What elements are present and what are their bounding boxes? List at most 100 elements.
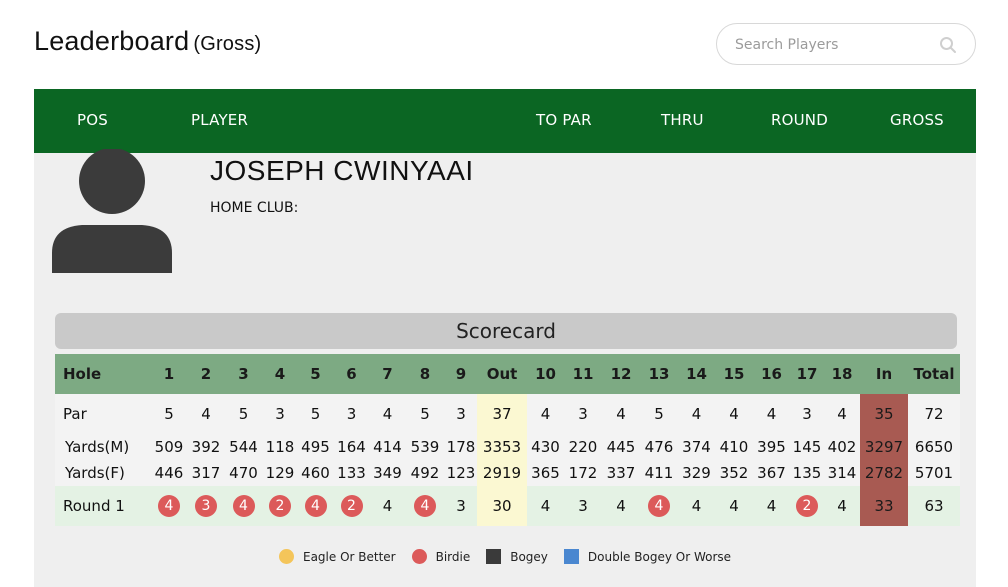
birdie-marker: 4 — [414, 495, 436, 517]
score-cell: 317 — [187, 460, 225, 486]
score-cell: 5 — [640, 394, 678, 434]
score-cell: 2 — [790, 486, 824, 526]
score-cell: 3 — [333, 394, 370, 434]
score-cell: 3 — [564, 486, 602, 526]
score-cell: 411 — [640, 460, 678, 486]
scorecard-round-1-row: Round 1 4 3 4 2 4 2 4 4 3 30 4 3 4 4 4 4 4 2 4 33 63 — [55, 486, 960, 526]
score-cell: 414 — [370, 434, 405, 460]
birdie-marker: 2 — [796, 495, 818, 517]
score-cell: 5 — [151, 394, 187, 434]
score-cell: 15 — [715, 354, 753, 394]
birdie-marker: 4 — [158, 495, 180, 517]
score-cell: 4 — [602, 486, 640, 526]
score-cell: 164 — [333, 434, 370, 460]
score-cell: 446 — [151, 460, 187, 486]
column-gross[interactable]: GROSS — [890, 111, 944, 129]
score-cell: 410 — [715, 434, 753, 460]
legend-item: Eagle Or Better — [278, 549, 396, 564]
score-cell: 4 — [370, 394, 405, 434]
score-cell: In — [860, 354, 908, 394]
score-cell: 3 — [564, 394, 602, 434]
score-cell: 402 — [824, 434, 860, 460]
score-cell: 509 — [151, 434, 187, 460]
score-cell: 135 — [790, 460, 824, 486]
scorecard-yards-m-row: Yards(M) 509 392 544 118 495 164 414 539 178 3353 4… — [55, 434, 960, 460]
score-cell: 4 — [187, 394, 225, 434]
column-thru[interactable]: THRU — [661, 111, 704, 129]
birdie-marker: 2 — [269, 495, 291, 517]
score-cell: 349 — [370, 460, 405, 486]
scorecard-title: Scorecard — [55, 313, 957, 349]
column-pos[interactable]: POS — [77, 111, 108, 129]
score-cell: 3 — [445, 486, 477, 526]
score-cell: 16 — [753, 354, 790, 394]
score-cell: 11 — [564, 354, 602, 394]
row-label: Yards(F) — [55, 460, 151, 486]
score-cell: 178 — [445, 434, 477, 460]
column-player[interactable]: PLAYER — [191, 111, 248, 129]
score-cell: 5 — [298, 354, 333, 394]
score-cell: 4 — [602, 394, 640, 434]
score-cell: 3 — [790, 394, 824, 434]
score-cell: 10 — [527, 354, 564, 394]
score-cell: 9 — [445, 354, 477, 394]
score-cell: 365 — [527, 460, 564, 486]
legend-label: Birdie — [435, 549, 471, 564]
score-cell: 12 — [602, 354, 640, 394]
score-cell: 2782 — [860, 460, 908, 486]
score-cell: 544 — [225, 434, 262, 460]
score-cell: 37 — [477, 394, 527, 434]
score-cell: 3 — [445, 394, 477, 434]
search-box[interactable] — [716, 23, 976, 65]
score-cell: 35 — [860, 394, 908, 434]
score-cell: 4 — [370, 486, 405, 526]
score-cell: 4 — [678, 486, 715, 526]
score-cell: 3297 — [860, 434, 908, 460]
score-cell: 17 — [790, 354, 824, 394]
score-cell: 4 — [640, 486, 678, 526]
score-cell: 4 — [715, 486, 753, 526]
score-cell: 2 — [262, 486, 298, 526]
score-cell: 4 — [151, 486, 187, 526]
score-cell: 492 — [405, 460, 445, 486]
score-cell: 145 — [790, 434, 824, 460]
row-label: Yards(M) — [55, 434, 151, 460]
score-cell: 118 — [262, 434, 298, 460]
score-cell: 2 — [333, 486, 370, 526]
legend-swatch — [563, 549, 579, 564]
row-label: Hole — [55, 354, 151, 394]
row-label: Par — [55, 394, 151, 434]
legend-item: Double Bogey Or Worse — [563, 549, 731, 564]
score-cell: 329 — [678, 460, 715, 486]
score-cell: 5 — [298, 394, 333, 434]
player-detail-panel: JOSEPH CWINYAAI HOME CLUB: Scorecard Hol… — [34, 149, 976, 587]
column-to-par[interactable]: TO PAR — [536, 111, 592, 129]
legend-label: Eagle Or Better — [302, 549, 396, 564]
scorecard-header-row: Hole 1 2 3 4 5 6 7 8 9 Out 10 11 12 13 14 15 16 17 18 In Tota… — [55, 354, 960, 394]
score-cell: 33 — [860, 486, 908, 526]
score-cell: 392 — [187, 434, 225, 460]
score-cell: 18 — [824, 354, 860, 394]
legend-label: Bogey — [510, 549, 548, 564]
search-icon[interactable] — [939, 36, 957, 54]
score-cell: 470 — [225, 460, 262, 486]
leaderboard-header: POS PLAYER TO PAR THRU ROUND GROSS — [34, 89, 976, 153]
score-cell: 4 — [753, 486, 790, 526]
score-cell: 13 — [640, 354, 678, 394]
score-cell: 337 — [602, 460, 640, 486]
score-cell: 3353 — [477, 434, 527, 460]
search-input[interactable] — [735, 34, 935, 56]
score-cell: 445 — [602, 434, 640, 460]
score-cell: 5 — [405, 394, 445, 434]
score-cell: 2 — [187, 354, 225, 394]
score-cell: 63 — [908, 486, 960, 526]
score-cell: 6 — [333, 354, 370, 394]
score-cell: 4 — [678, 394, 715, 434]
score-cell: 1 — [151, 354, 187, 394]
score-cell: 4 — [824, 394, 860, 434]
birdie-marker: 4 — [304, 495, 327, 517]
birdie-marker: 2 — [340, 495, 363, 517]
scorecard-par-row: Par 5 4 5 3 5 3 4 5 3 37 4 3 4 5 4 4 4 3 4 35 72 — [55, 394, 960, 434]
column-round[interactable]: ROUND — [771, 111, 828, 129]
scorecard-legend: Eagle Or Better Birdie Bogey Double Bogey O… — [34, 549, 976, 567]
